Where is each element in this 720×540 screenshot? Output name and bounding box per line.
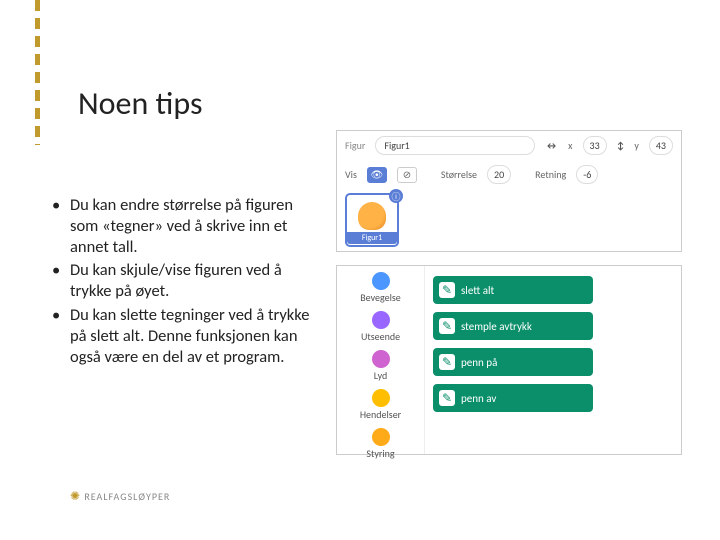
category-dot-icon — [372, 272, 390, 290]
show-button[interactable]: 👁 — [367, 167, 387, 183]
category-looks[interactable]: Utseende — [341, 311, 420, 343]
block-label: penn av — [461, 392, 496, 405]
size-label: Størrelse — [441, 168, 477, 181]
slide-accent-bar — [35, 0, 40, 145]
tips-list: Du kan endre størrelse på figuren som «t… — [50, 195, 310, 370]
direction-label: Retning — [535, 168, 566, 181]
pen-icon: ✎ — [439, 282, 455, 298]
tip-item: Du kan slette tegninger ved å trykke på … — [50, 305, 310, 368]
x-value-input[interactable]: 33 — [583, 136, 607, 155]
pen-icon: ✎ — [439, 390, 455, 406]
category-control[interactable]: Styring — [341, 428, 420, 460]
category-motion[interactable]: Bevegelse — [341, 272, 420, 304]
block-label: slett alt — [461, 284, 494, 297]
category-label: Lyd — [374, 369, 387, 382]
logo-text: REALFAGSLØYPER — [84, 490, 170, 503]
visibility-label: Vis — [345, 168, 357, 181]
y-label: y — [634, 139, 639, 152]
size-input[interactable]: 20 — [487, 165, 511, 184]
category-sound[interactable]: Lyd — [341, 350, 420, 382]
pen-icon: ✎ — [439, 354, 455, 370]
category-list: Bevegelse Utseende Lyd Hendelser Styring — [337, 266, 425, 454]
x-label: x — [568, 139, 572, 152]
category-label: Styring — [366, 447, 394, 460]
category-events[interactable]: Hendelser — [341, 389, 420, 421]
block-label: stemple avtrykk — [461, 320, 532, 333]
block-label: penn på — [461, 356, 497, 369]
category-dot-icon — [372, 389, 390, 407]
block-pen-down[interactable]: ✎ penn på — [433, 348, 593, 376]
tip-item: Du kan skjule/vise figuren ved å trykke … — [50, 260, 310, 302]
y-arrow-icon: ↕ — [617, 139, 625, 152]
category-label: Hendelser — [360, 408, 401, 421]
x-arrow-icon: ↔ — [545, 139, 558, 152]
block-erase-all[interactable]: ✎ slett alt — [433, 276, 593, 304]
category-dot-icon — [372, 311, 390, 329]
category-label: Bevegelse — [360, 291, 401, 304]
direction-input[interactable]: -6 — [576, 165, 598, 184]
category-dot-icon — [372, 350, 390, 368]
slide-title: Noen tips — [78, 84, 203, 123]
hide-button[interactable]: ⊘ — [397, 167, 417, 183]
pen-icon: ✎ — [439, 318, 455, 334]
gear-icon: ✺ — [70, 490, 81, 504]
category-label: Utseende — [361, 330, 400, 343]
sprite-thumbnail[interactable]: ⓘ Figur1 — [345, 193, 399, 247]
pen-block-list: ✎ slett alt ✎ stemple avtrykk ✎ penn på … — [425, 266, 681, 454]
sprite-thumb-label: Figur1 — [347, 232, 397, 244]
footer-logo: ✺ REALFAGSLØYPER — [70, 489, 170, 504]
block-palette-panel: Bevegelse Utseende Lyd Hendelser Styring… — [336, 265, 682, 455]
tip-item: Du kan endre størrelse på figuren som «t… — [50, 195, 310, 258]
sprite-name-label: Figur — [345, 139, 365, 152]
category-dot-icon — [372, 428, 390, 446]
block-stamp[interactable]: ✎ stemple avtrykk — [433, 312, 593, 340]
block-pen-up[interactable]: ✎ penn av — [433, 384, 593, 412]
sprite-info-icon: ⓘ — [389, 189, 403, 203]
cat-sprite-icon — [358, 202, 386, 230]
sprite-info-panel: Figur Figur1 ↔ x 33 ↕ y 43 Vis 👁 ⊘ Størr… — [336, 130, 682, 252]
y-value-input[interactable]: 43 — [649, 136, 673, 155]
sprite-name-input[interactable]: Figur1 — [375, 136, 535, 155]
